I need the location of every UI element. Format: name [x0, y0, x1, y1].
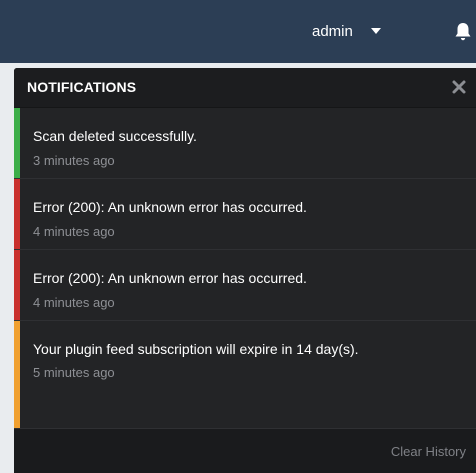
notification-message: Your plugin feed subscription will expir… — [33, 341, 359, 357]
notification-message: Error (200): An unknown error has occurr… — [33, 199, 307, 215]
user-menu-label: admin — [312, 22, 353, 40]
notification-timestamp: 3 minutes ago — [33, 153, 115, 168]
top-navigation-bar: admin — [0, 0, 476, 63]
notifications-panel-header: NOTIFICATIONS — [14, 68, 476, 108]
panel-title: NOTIFICATIONS — [27, 79, 137, 95]
chevron-down-icon — [370, 28, 381, 34]
notification-timestamp: 4 minutes ago — [33, 224, 115, 239]
notification-timestamp: 4 minutes ago — [33, 295, 115, 310]
user-menu[interactable]: admin — [312, 18, 381, 44]
notification-message: Error (200): An unknown error has occurr… — [33, 270, 307, 286]
notifications-panel: NOTIFICATIONS Scan deleted successfully.… — [14, 68, 476, 473]
notifications-panel-footer: Clear History — [14, 429, 476, 473]
notification-item[interactable]: Scan deleted successfully. 3 minutes ago — [14, 108, 476, 179]
clear-history-link[interactable]: Clear History — [391, 444, 466, 459]
notification-message: Scan deleted successfully. — [33, 128, 197, 144]
notification-item[interactable]: Error (200): An unknown error has occurr… — [14, 250, 476, 321]
notification-status-bar-error — [14, 179, 20, 249]
notification-status-bar-warning — [14, 321, 20, 428]
notification-status-bar-success — [14, 108, 20, 178]
notification-timestamp: 5 minutes ago — [33, 365, 115, 380]
bell-icon[interactable] — [454, 22, 472, 42]
notification-item[interactable]: Your plugin feed subscription will expir… — [14, 321, 476, 429]
notification-item[interactable]: Error (200): An unknown error has occurr… — [14, 179, 476, 250]
notification-status-bar-error — [14, 250, 20, 320]
close-icon[interactable] — [450, 78, 468, 96]
